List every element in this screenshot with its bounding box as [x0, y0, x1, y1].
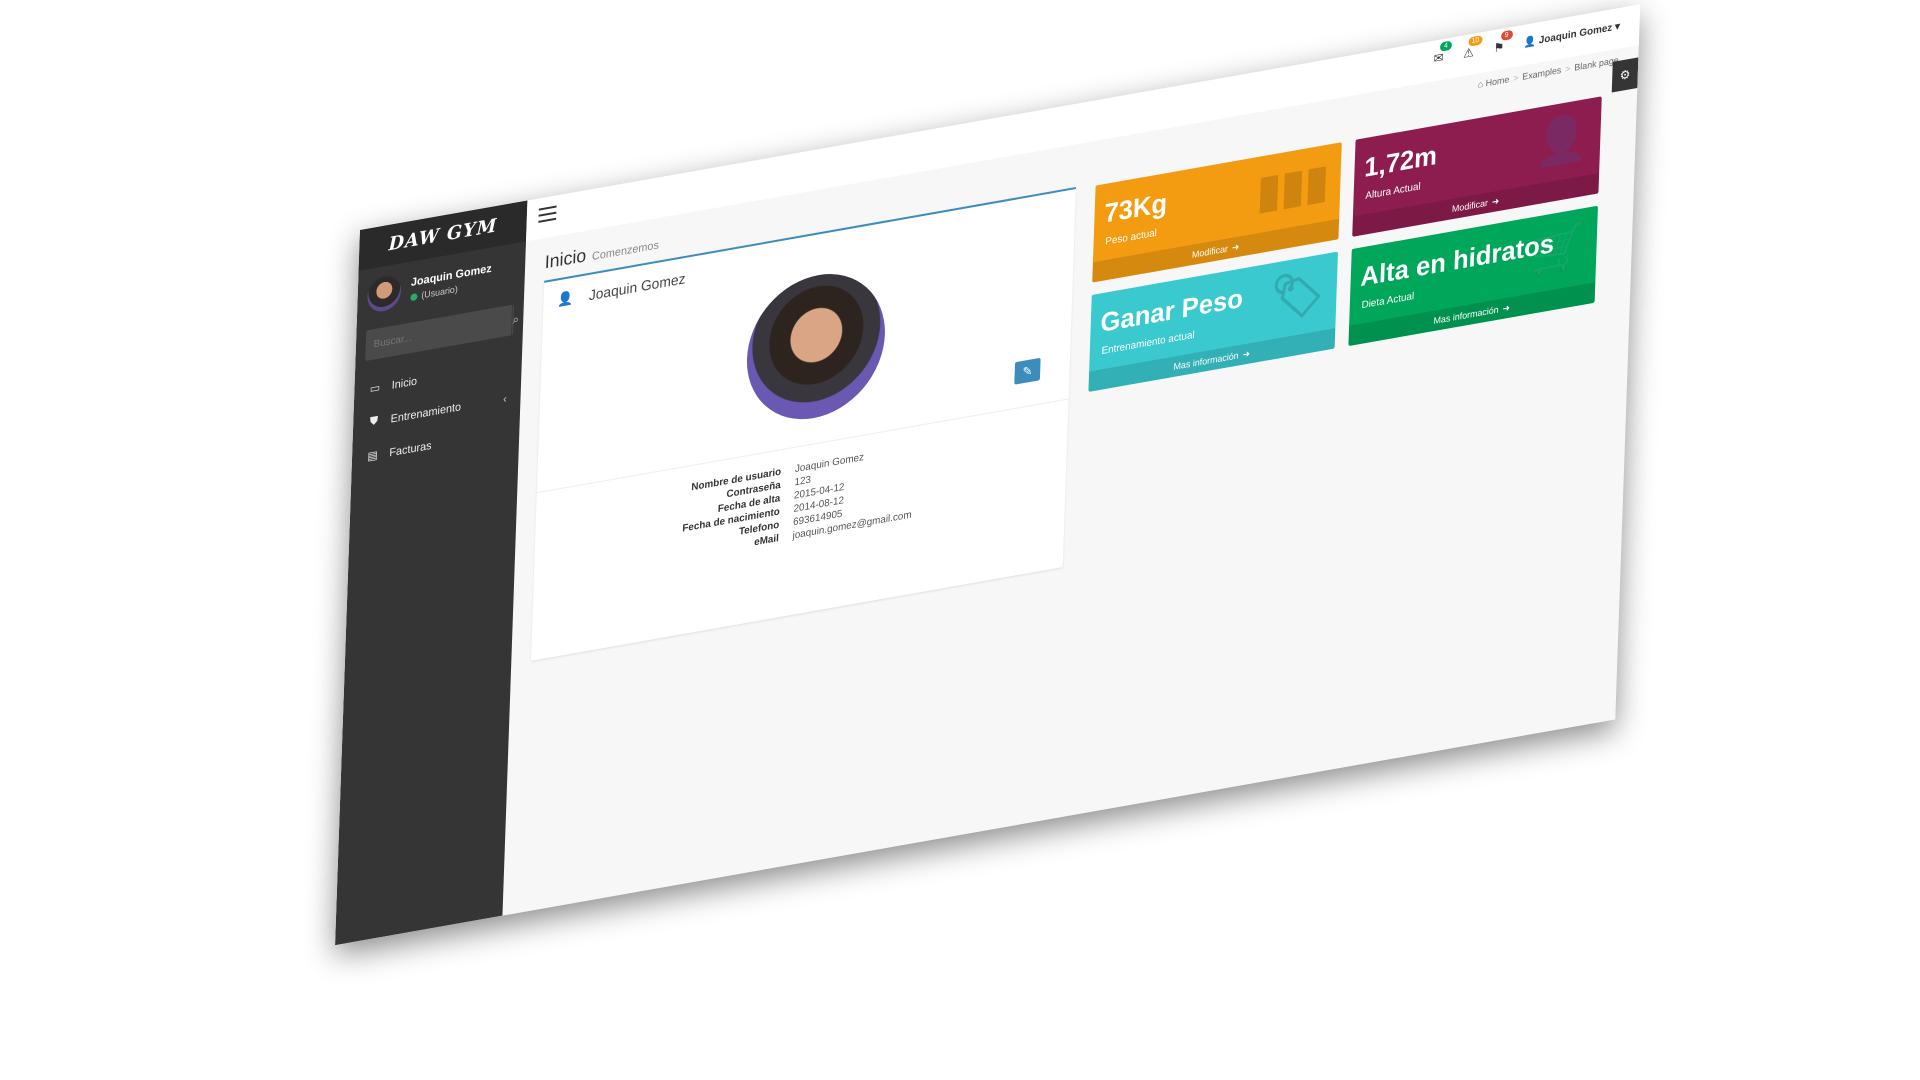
notifications-badge: 10 — [1468, 35, 1483, 47]
hamburger-menu-icon[interactable] — [538, 205, 557, 223]
bell-icon: ⚠ — [1463, 44, 1475, 61]
bar-chart-icon: ▮▮▮ — [1256, 155, 1330, 219]
tile-footer-link[interactable]: Mas información ➜ — [1348, 282, 1596, 347]
breadcrumb-home[interactable]: Home — [1485, 74, 1509, 88]
laptop-icon: ▭ — [369, 381, 381, 396]
tile-value: Alta en hidratos — [1360, 227, 1555, 293]
tag-icon: 🏷 — [1268, 265, 1326, 326]
user-icon: 👤 — [1523, 35, 1537, 49]
profile-photo — [744, 262, 888, 431]
tile-value: 73Kg — [1103, 187, 1168, 229]
dashboard-icon: ⌂ — [1477, 78, 1484, 90]
user-menu[interactable]: 👤 Joaquin Gomez ▾ — [1524, 21, 1620, 49]
gear-icon[interactable]: ⚙ — [1611, 57, 1639, 93]
sidebar-item-label: Facturas — [389, 439, 432, 459]
avatar — [366, 273, 402, 315]
tile-label: Peso actual — [1105, 227, 1158, 248]
envelope-icon: ✉ — [1433, 50, 1444, 67]
notifications-button[interactable]: ⚠ 10 — [1463, 35, 1483, 61]
user-menu-name: Joaquin Gomez — [1538, 21, 1613, 47]
document-icon: ▤ — [367, 449, 378, 464]
breadcrumb-examples[interactable]: Examples — [1522, 65, 1561, 82]
app-window: DAW GYM Joaquin Gomez (Usuario) ⌕ ▭ Inic… — [335, 4, 1641, 946]
tile-footer-link[interactable]: Mas información ➜ — [1088, 328, 1336, 392]
profile-name: Joaquin Gomez — [588, 270, 686, 304]
chevron-left-icon: ‹ — [502, 392, 508, 406]
caret-down-icon: ▾ — [1614, 20, 1621, 33]
pencil-icon: ✎ — [1022, 363, 1033, 380]
tasks-button[interactable]: ⚑ 9 — [1493, 29, 1513, 56]
online-status-icon — [410, 292, 418, 301]
page-title-text: Inicio — [544, 244, 587, 273]
arrow-circle-right-icon: ➜ — [1491, 195, 1500, 207]
user-icon: 👤 — [556, 289, 574, 308]
flag-icon: ⚑ — [1493, 39, 1505, 56]
arrow-circle-right-icon: ➜ — [1502, 301, 1511, 314]
edit-button[interactable]: ✎ — [1014, 357, 1041, 385]
tile-label: Dieta Actual — [1361, 290, 1415, 312]
messages-badge: 4 — [1439, 40, 1453, 52]
page-subtitle: Comenzemos — [591, 239, 660, 264]
search-icon[interactable]: ⌕ — [510, 303, 520, 336]
tile-value: Ganar Peso — [1100, 282, 1244, 339]
arrow-circle-right-icon: ➜ — [1231, 240, 1240, 253]
user-icon: 👤 — [1533, 110, 1590, 171]
screenshot-stage: DAW GYM Joaquin Gomez (Usuario) ⌕ ▭ Inic… — [0, 0, 1920, 1080]
user-role: (Usuario) — [421, 283, 458, 300]
tile-value: 1,72m — [1363, 139, 1438, 183]
shield-icon: ⛊ — [369, 414, 379, 429]
sidebar-item-label: Inicio — [391, 374, 418, 392]
messages-button[interactable]: ✉ 4 — [1433, 40, 1453, 67]
arrow-circle-right-icon: ➜ — [1242, 347, 1251, 360]
tile-label: Altura Actual — [1365, 181, 1421, 203]
tasks-badge: 9 — [1500, 29, 1513, 42]
sidebar-item-label: Entrenamiento — [390, 400, 462, 426]
sidebar: DAW GYM Joaquin Gomez (Usuario) ⌕ ▭ Inic… — [335, 200, 528, 946]
